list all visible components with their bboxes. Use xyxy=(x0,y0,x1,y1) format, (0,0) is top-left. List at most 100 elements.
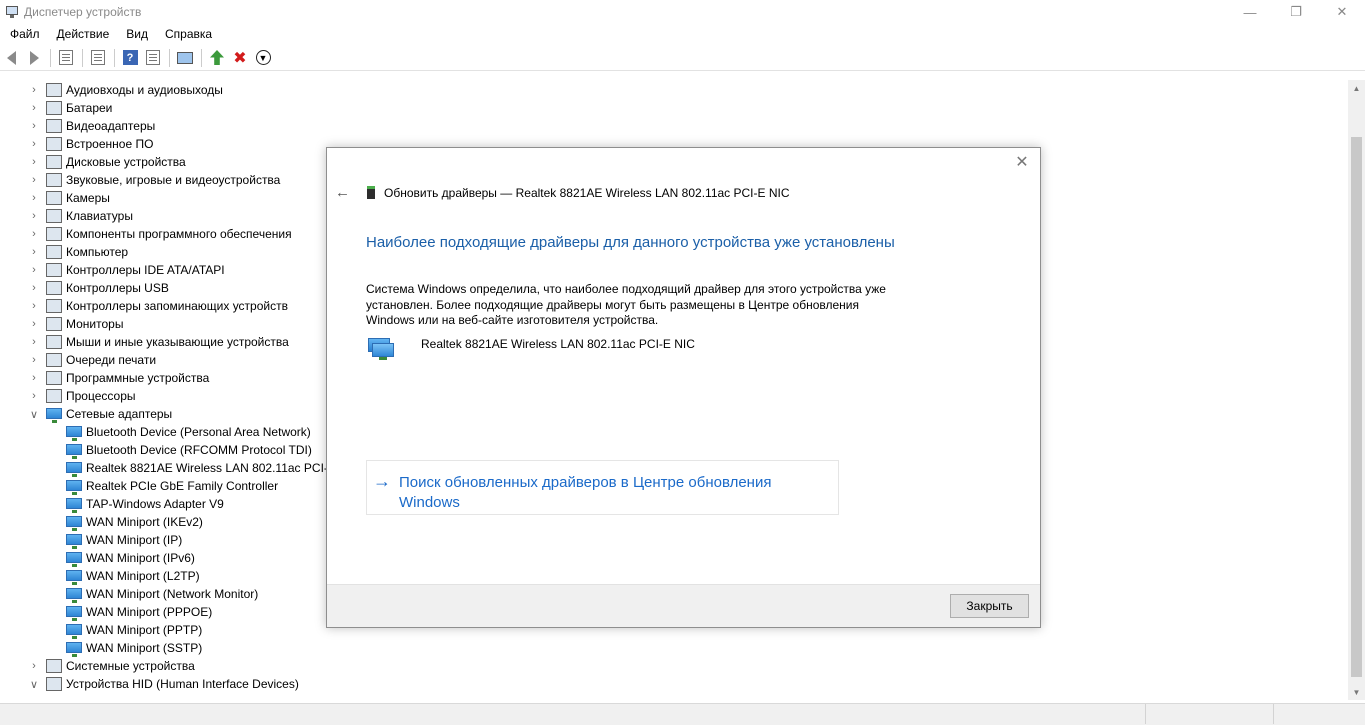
tree-category[interactable]: › Камеры xyxy=(28,189,110,207)
chevron-right-icon[interactable]: › xyxy=(28,117,40,135)
tree-category[interactable]: › Видеоадаптеры xyxy=(28,117,155,135)
tree-item-label: WAN Miniport (PPPOE) xyxy=(86,605,213,619)
tree-item-label: Камеры xyxy=(66,191,110,205)
tree-device[interactable]: Realtek 8821AE Wireless LAN 802.11ac PCI… xyxy=(66,459,360,477)
device-category-icon xyxy=(46,353,62,367)
tree-category[interactable]: › Системные устройства xyxy=(28,657,195,675)
chevron-right-icon[interactable]: › xyxy=(28,261,40,279)
dialog-heading: Наиболее подходящие драйверы для данного… xyxy=(366,234,895,251)
chevron-down-icon[interactable]: ∨ xyxy=(28,675,40,693)
update-driver-icon xyxy=(210,50,224,65)
chevron-right-icon[interactable]: › xyxy=(28,387,40,405)
menu-help[interactable]: Справка xyxy=(155,27,219,41)
menu-bar: Файл Действие Вид Справка xyxy=(0,24,1365,44)
dialog-back-icon[interactable]: ← xyxy=(335,184,350,201)
close-button[interactable]: Закрыть xyxy=(950,594,1029,618)
menu-view[interactable]: Вид xyxy=(116,27,155,41)
back-button[interactable] xyxy=(0,47,22,69)
tree-device[interactable]: TAP-Windows Adapter V9 xyxy=(66,495,224,513)
device-category-icon xyxy=(46,659,62,673)
dialog-close-icon[interactable]: ✕ xyxy=(1013,153,1031,171)
tree-category[interactable]: › Аудиовходы и аудиовыходы xyxy=(28,81,223,99)
tree-category[interactable]: › Процессоры xyxy=(28,387,136,405)
tree-category[interactable]: › Клавиатуры xyxy=(28,207,133,225)
chevron-right-icon[interactable]: › xyxy=(28,657,40,675)
windows-update-link-box[interactable]: → Поиск обновленных драйверов в Центре о… xyxy=(366,460,839,515)
chevron-right-icon[interactable]: › xyxy=(28,279,40,297)
chevron-right-icon[interactable]: › xyxy=(28,225,40,243)
tree-device[interactable]: WAN Miniport (L2TP) xyxy=(66,567,200,585)
tree-category[interactable]: › Контроллеры запоминающих устройств xyxy=(28,297,288,315)
tree-category[interactable]: › Контроллеры USB xyxy=(28,279,169,297)
scan-hardware-button[interactable] xyxy=(174,47,196,69)
chevron-right-icon[interactable]: › xyxy=(28,243,40,261)
windows-update-link[interactable]: Поиск обновленных драйверов в Центре обн… xyxy=(399,473,829,513)
tree-device[interactable]: WAN Miniport (PPPOE) xyxy=(66,603,212,621)
tree-item-label: Устройства HID (Human Interface Devices) xyxy=(66,677,299,691)
chevron-right-icon[interactable]: › xyxy=(28,297,40,315)
chevron-right-icon[interactable]: › xyxy=(28,135,40,153)
tree-device[interactable]: WAN Miniport (IPv6) xyxy=(66,549,195,567)
tree-device[interactable]: Bluetooth Device (Personal Area Network) xyxy=(66,423,311,441)
vertical-scrollbar[interactable]: ▲ ▼ xyxy=(1348,80,1365,700)
chevron-right-icon[interactable]: › xyxy=(28,333,40,351)
menu-file[interactable]: Файл xyxy=(0,27,47,41)
tree-device[interactable]: Bluetooth Device (RFCOMM Protocol TDI) xyxy=(66,441,312,459)
list-button[interactable] xyxy=(87,47,109,69)
uninstall-button[interactable]: ✖ xyxy=(229,47,251,69)
install-button[interactable]: ▼ xyxy=(252,47,274,69)
properties-button[interactable] xyxy=(55,47,77,69)
dialog-body-text: Система Windows определила, что наиболее… xyxy=(366,282,886,327)
menu-action[interactable]: Действие xyxy=(47,27,117,41)
chevron-right-icon[interactable]: › xyxy=(28,99,40,117)
tree-category[interactable]: ∨ Сетевые адаптеры xyxy=(28,405,172,423)
tree-device[interactable]: WAN Miniport (IP) xyxy=(66,531,182,549)
tree-category[interactable]: › Мониторы xyxy=(28,315,123,333)
update-driver-button[interactable] xyxy=(206,47,228,69)
tree-category[interactable]: › Звуковые, игровые и видеоустройства xyxy=(28,171,280,189)
tree-category[interactable]: › Контроллеры IDE ATA/ATAPI xyxy=(28,261,225,279)
device-category-icon xyxy=(46,155,62,169)
chevron-right-icon[interactable]: › xyxy=(28,351,40,369)
scroll-down-icon[interactable]: ▼ xyxy=(1348,684,1365,700)
minimize-button[interactable]: — xyxy=(1227,0,1273,24)
tree-category[interactable]: › Компоненты программного обеспечения xyxy=(28,225,292,243)
tree-category[interactable]: › Программные устройства xyxy=(28,369,209,387)
tree-device[interactable]: WAN Miniport (SSTP) xyxy=(66,639,202,657)
tree-device[interactable]: WAN Miniport (PPTP) xyxy=(66,621,202,639)
forward-button[interactable] xyxy=(23,47,45,69)
update-drivers-dialog: ✕ ← Обновить драйверы — Realtek 8821AE W… xyxy=(326,147,1041,628)
tree-category[interactable]: › Батареи xyxy=(28,99,112,117)
tree-device[interactable]: WAN Miniport (IKEv2) xyxy=(66,513,203,531)
maximize-button[interactable]: ❐ xyxy=(1273,0,1319,24)
view-button[interactable] xyxy=(142,47,164,69)
tree-category[interactable]: › Мыши и иные указывающие устройства xyxy=(28,333,289,351)
network-adapter-icon xyxy=(66,605,82,621)
scroll-thumb[interactable] xyxy=(1351,137,1362,677)
list-icon xyxy=(91,50,105,65)
chevron-right-icon[interactable]: › xyxy=(28,81,40,99)
tree-device[interactable]: Realtek PCIe GbE Family Controller xyxy=(66,477,278,495)
chevron-right-icon[interactable]: › xyxy=(28,171,40,189)
chevron-right-icon[interactable]: › xyxy=(28,315,40,333)
chevron-right-icon[interactable]: › xyxy=(28,369,40,387)
scroll-up-icon[interactable]: ▲ xyxy=(1348,80,1365,96)
tree-category[interactable]: › Встроенное ПО xyxy=(28,135,153,153)
tree-category[interactable]: ∨ Устройства HID (Human Interface Devices… xyxy=(28,675,299,693)
chevron-right-icon[interactable]: › xyxy=(28,153,40,171)
close-window-button[interactable]: ✕ xyxy=(1319,0,1365,24)
tree-item-label: Мониторы xyxy=(66,317,124,331)
help-button[interactable]: ? xyxy=(119,47,141,69)
network-adapter-icon xyxy=(66,461,82,477)
chevron-down-icon[interactable]: ∨ xyxy=(28,405,40,423)
network-adapter-icon xyxy=(46,407,62,423)
tree-category[interactable]: › Компьютер xyxy=(28,243,128,261)
chevron-right-icon[interactable]: › xyxy=(28,207,40,225)
tree-item-label: Аудиовходы и аудиовыходы xyxy=(66,83,223,97)
tree-item-label: Батареи xyxy=(66,101,113,115)
tree-device[interactable]: WAN Miniport (Network Monitor) xyxy=(66,585,258,603)
chevron-right-icon[interactable]: › xyxy=(28,189,40,207)
tree-item-label: Контроллеры запоминающих устройств xyxy=(66,299,288,313)
tree-category[interactable]: › Дисковые устройства xyxy=(28,153,186,171)
tree-category[interactable]: › Очереди печати xyxy=(28,351,156,369)
